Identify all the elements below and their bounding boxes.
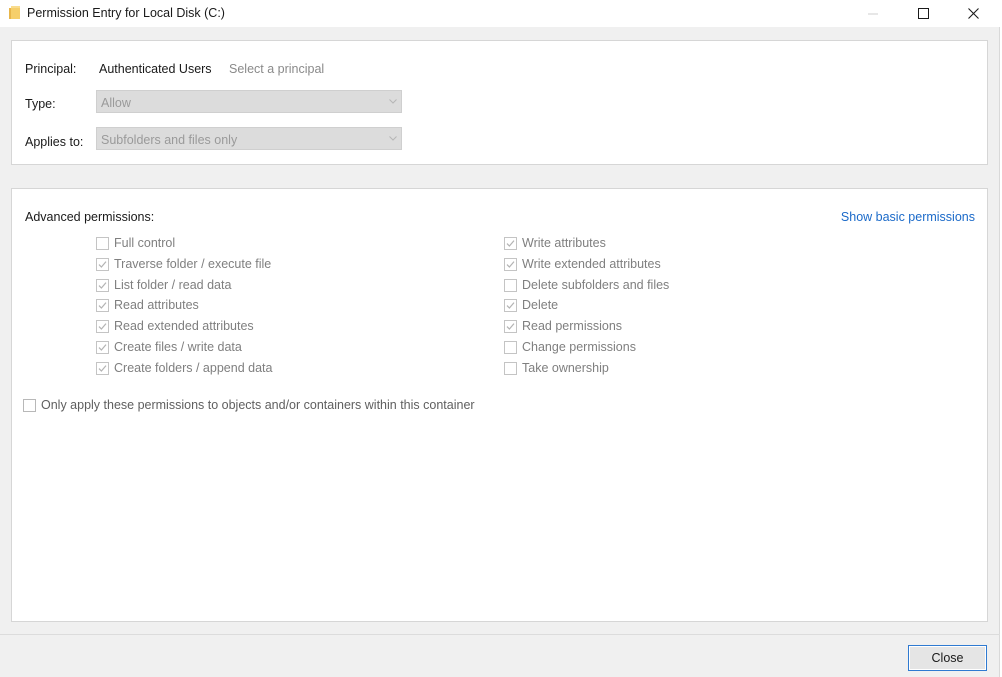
checkmark-icon [98, 322, 107, 330]
perm-write-extended-attributes[interactable]: Write extended attributes [504, 256, 661, 272]
checkbox[interactable] [504, 340, 517, 354]
only-apply-label: Only apply these permissions to objects … [41, 398, 475, 412]
close-window-button[interactable] [950, 0, 996, 27]
maximize-icon [917, 8, 929, 19]
perm-label: Delete [522, 298, 559, 312]
checkbox[interactable] [96, 257, 109, 271]
perm-delete-subfolders[interactable]: Delete subfolders and files [504, 277, 669, 293]
principal-panel: Principal: Authenticated Users Select a … [11, 40, 988, 165]
chevron-down-icon [389, 99, 397, 104]
checkmark-icon [506, 322, 515, 330]
footer-divider [0, 634, 1000, 635]
perm-label: Take ownership [522, 361, 609, 375]
perm-read-extended-attributes[interactable]: Read extended attributes [96, 318, 254, 334]
type-label: Type: [25, 97, 56, 111]
checkbox[interactable] [504, 319, 517, 333]
applies-to-select-value: Subfolders and files only [101, 133, 238, 147]
checkbox[interactable] [96, 319, 109, 333]
perm-read-permissions[interactable]: Read permissions [504, 318, 622, 334]
advanced-permissions-panel: Advanced permissions: Show basic permiss… [11, 188, 988, 622]
perm-list-folder[interactable]: List folder / read data [96, 277, 231, 293]
checkbox[interactable] [96, 278, 109, 292]
checkbox[interactable] [96, 361, 109, 375]
perm-label: Write extended attributes [522, 257, 661, 271]
principal-label: Principal: [25, 62, 77, 76]
perm-create-files[interactable]: Create files / write data [96, 339, 242, 355]
checkmark-icon [98, 281, 107, 289]
perm-create-folders[interactable]: Create folders / append data [96, 360, 272, 376]
select-principal-link[interactable]: Select a principal [229, 62, 324, 76]
perm-label: Read attributes [114, 298, 199, 312]
perm-label: Delete subfolders and files [522, 278, 670, 292]
perm-write-attributes[interactable]: Write attributes [504, 235, 606, 251]
checkmark-icon [98, 364, 107, 372]
checkbox[interactable] [96, 298, 109, 312]
maximize-button[interactable] [900, 0, 946, 27]
perm-label: Traverse folder / execute file [114, 257, 272, 271]
checkmark-icon [98, 260, 107, 268]
checkbox[interactable] [504, 278, 517, 292]
show-basic-permissions-link[interactable]: Show basic permissions [841, 210, 975, 224]
only-apply-container-option[interactable]: Only apply these permissions to objects … [23, 397, 475, 413]
checkbox[interactable] [23, 398, 36, 412]
perm-label: Create files / write data [114, 340, 242, 354]
perm-label: Change permissions [522, 340, 636, 354]
minimize-icon [868, 13, 878, 14]
checkmark-icon [506, 239, 515, 247]
perm-label: Read permissions [522, 319, 623, 333]
perm-label: Create folders / append data [114, 361, 273, 375]
perm-full-control[interactable]: Full control [96, 235, 175, 251]
checkbox[interactable] [504, 257, 517, 271]
permission-entry-window: Permission Entry for Local Disk (C:) Pri… [0, 0, 1000, 677]
checkmark-icon [98, 301, 107, 309]
minimize-button[interactable] [850, 0, 896, 27]
checkbox[interactable] [504, 298, 517, 312]
checkmark-icon [506, 301, 515, 309]
title-bar: Permission Entry for Local Disk (C:) [0, 0, 1000, 27]
perm-traverse-folder[interactable]: Traverse folder / execute file [96, 256, 271, 272]
close-button[interactable]: Close [908, 645, 987, 671]
perm-label: Read extended attributes [114, 319, 254, 333]
principal-value: Authenticated Users [99, 62, 212, 76]
perm-take-ownership[interactable]: Take ownership [504, 360, 609, 376]
checkbox[interactable] [96, 340, 109, 354]
checkmark-icon [506, 260, 515, 268]
chevron-down-icon [389, 136, 397, 141]
perm-read-attributes[interactable]: Read attributes [96, 297, 199, 313]
perm-label: Write attributes [522, 236, 606, 250]
checkmark-icon [98, 343, 107, 351]
perm-delete[interactable]: Delete [504, 297, 558, 313]
perm-change-permissions[interactable]: Change permissions [504, 339, 636, 355]
checkbox[interactable] [504, 361, 517, 375]
type-select-value: Allow [101, 96, 131, 110]
close-icon [967, 8, 979, 19]
advanced-permissions-title: Advanced permissions: [25, 210, 155, 224]
perm-label: List folder / read data [114, 278, 232, 292]
type-select[interactable]: Allow [96, 90, 402, 113]
applies-to-select[interactable]: Subfolders and files only [96, 127, 402, 150]
folder-icon [9, 6, 20, 20]
perm-label: Full control [114, 236, 176, 250]
checkbox[interactable] [504, 236, 517, 250]
window-title: Permission Entry for Local Disk (C:) [27, 6, 225, 20]
applies-to-label: Applies to: [25, 135, 84, 149]
checkbox[interactable] [96, 236, 109, 250]
